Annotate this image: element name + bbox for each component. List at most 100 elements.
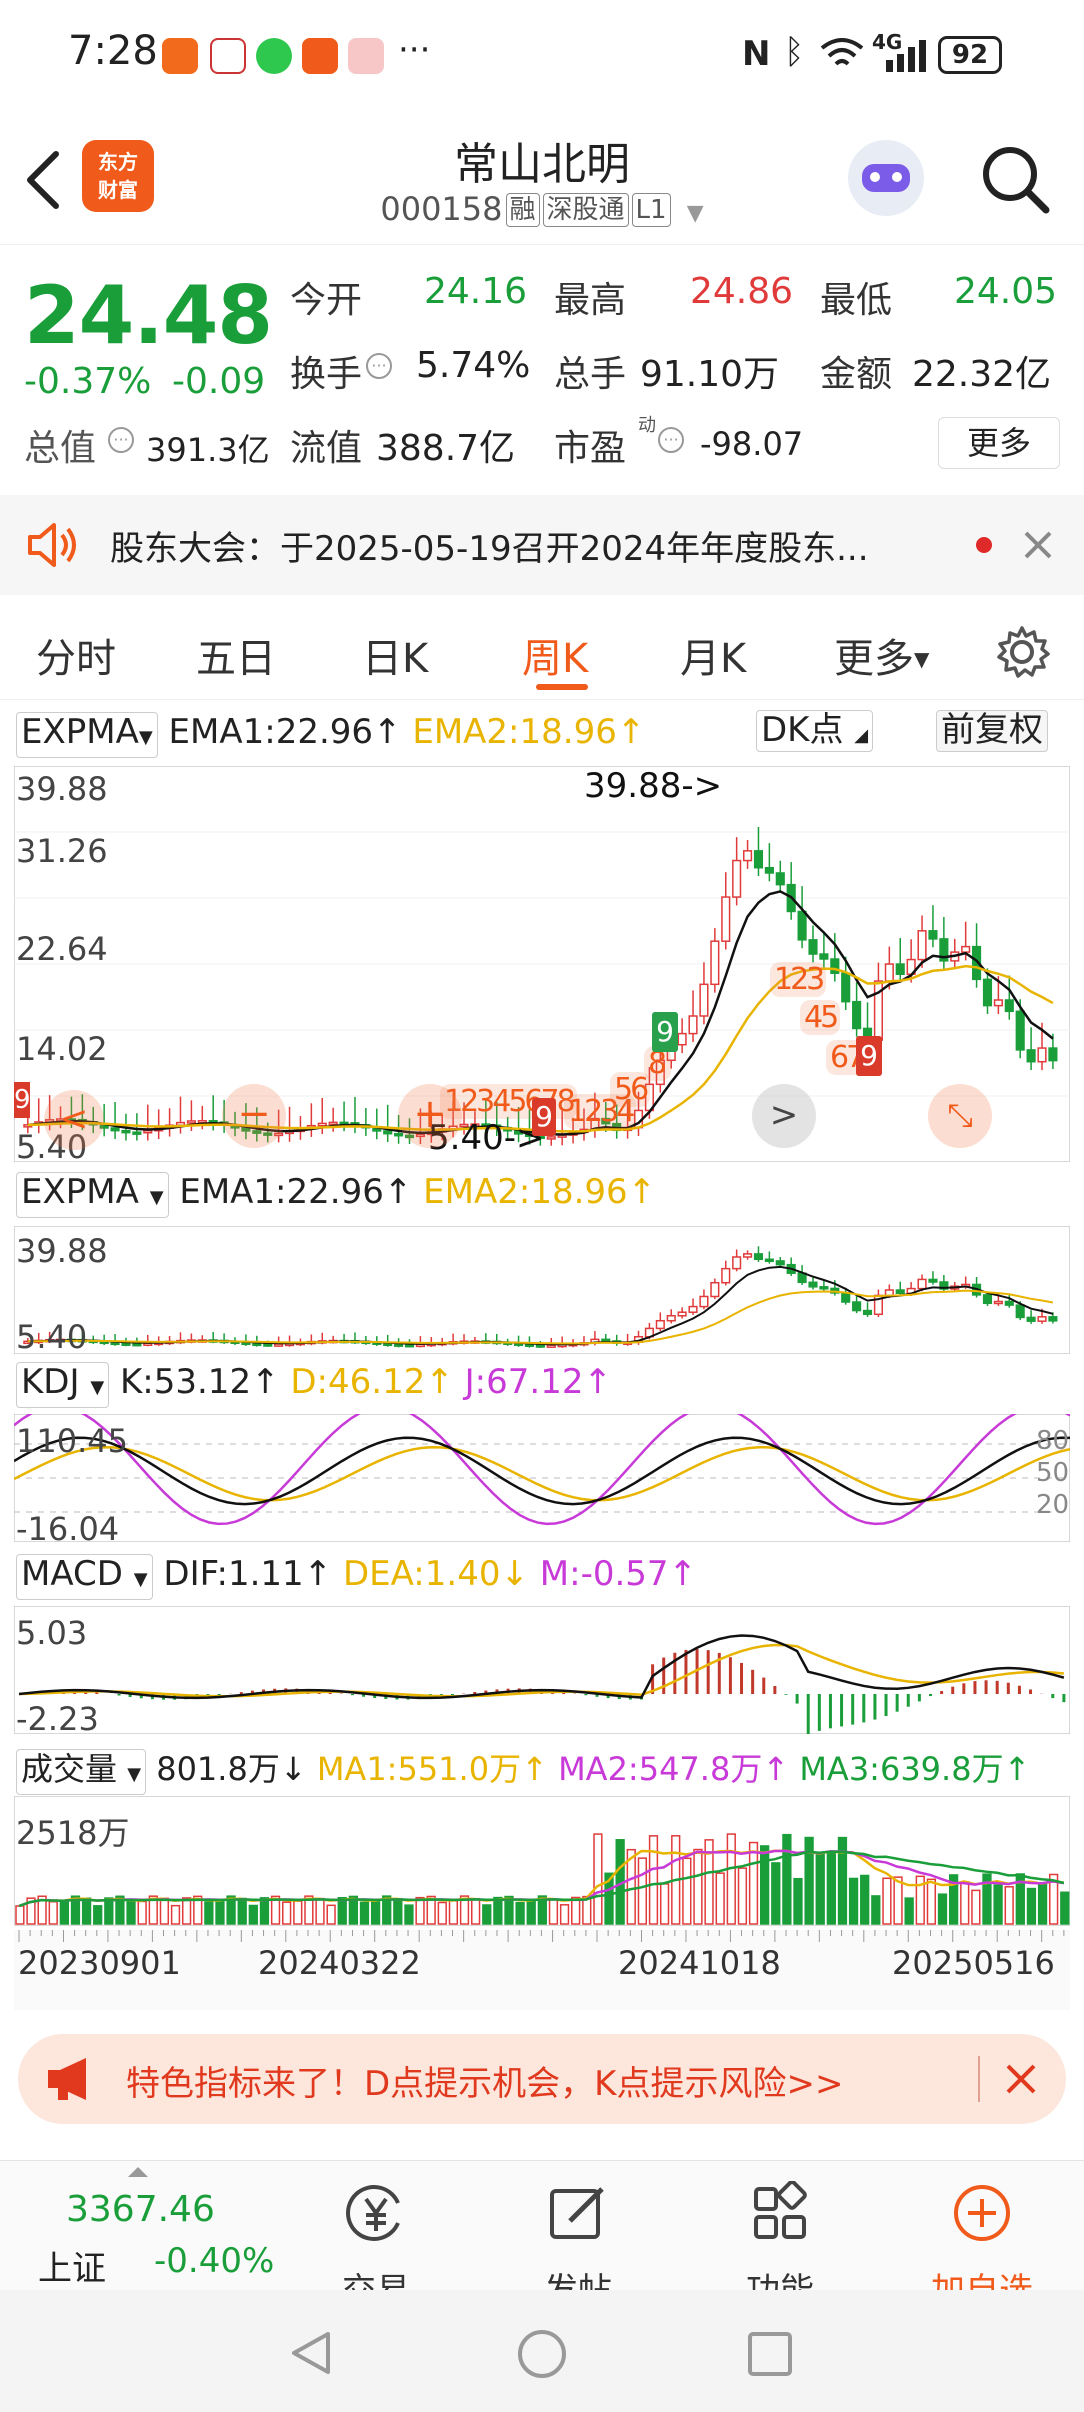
volume-bar — [993, 1884, 1003, 1925]
expand-arrow-icon[interactable] — [128, 2167, 148, 2177]
info-icon[interactable]: ··· — [366, 353, 392, 379]
max-price-marker: 39.88-> — [584, 766, 723, 806]
candle-body — [394, 1132, 404, 1137]
indicator-selector[interactable]: MACD ▼ — [16, 1554, 153, 1600]
nav-add-watchlist[interactable]: 加自选 — [902, 2181, 1062, 2311]
volume-bar — [782, 1833, 792, 1925]
volume-bar — [293, 1900, 303, 1925]
candle-body — [143, 1129, 153, 1134]
dropdown-triangle-icon: ▼ — [127, 1764, 142, 1785]
candle-body — [1015, 1304, 1025, 1319]
zoom-out-icon[interactable]: − — [222, 1084, 286, 1148]
fullscreen-icon[interactable]: ⤡ — [928, 1084, 992, 1148]
more-button[interactable]: 更多 — [938, 417, 1060, 469]
indicator-selector[interactable]: EXPMA▼ — [16, 712, 158, 758]
close-icon[interactable] — [1022, 529, 1054, 561]
promo-banner[interactable]: 特色指标来了！D点提示机会，K点提示风险>> — [18, 2034, 1066, 2124]
candle-body — [699, 1295, 709, 1308]
kdj-j-value: J:67.12↑ — [464, 1362, 612, 1402]
volume-bar — [237, 1897, 247, 1925]
announcement-bar[interactable]: 股东大会：于2025-05-19召开2024年年度股东... — [0, 495, 1084, 595]
volume-label: 总手 — [554, 354, 627, 395]
nav-functions[interactable]: 功能 — [700, 2180, 860, 2311]
price-adjust-button[interactable]: 前复权 — [936, 710, 1048, 752]
signal-icon — [886, 40, 926, 72]
mini-kline-chart[interactable] — [14, 1226, 1070, 1354]
index-value[interactable]: 3367.46 — [66, 2189, 215, 2230]
tab-intraday[interactable]: 分时 — [36, 626, 116, 684]
grid-functions-icon — [754, 2180, 807, 2239]
volume-bar — [693, 1848, 703, 1925]
volume-bar — [904, 1897, 914, 1925]
volume-indicator-row: 成交量 ▼ 801.8万↓ MA1:551.0万↑ MA2:547.8万↑ MA… — [16, 1744, 1030, 1795]
y-axis-max: 2518万 — [16, 1814, 130, 1852]
candle-body — [666, 1315, 676, 1322]
volume-bar — [315, 1897, 325, 1925]
date-label: 20240322 — [258, 1944, 421, 1982]
tab-daily-k[interactable]: 日K — [362, 626, 428, 684]
chart-left-arrow-icon[interactable]: < — [44, 1090, 104, 1150]
candle-body — [274, 1343, 284, 1347]
tab-five-day[interactable]: 五日 — [196, 626, 276, 684]
volume-bar — [815, 1853, 825, 1925]
tab-weekly-k[interactable]: 周K — [522, 626, 588, 684]
candle-body — [688, 1015, 698, 1035]
candle-body — [993, 999, 1003, 1007]
volume-bar — [493, 1896, 503, 1925]
candle-body — [841, 972, 851, 1003]
megaphone-icon — [48, 2058, 86, 2100]
volume-bar — [659, 1883, 670, 1925]
bottom-navigation: 3367.46 上证 -0.40% 交易 发帖 功能 加自选 — [0, 2160, 1084, 2311]
volume-chart[interactable] — [14, 1796, 1070, 1926]
indicator-selector[interactable]: KDJ ▼ — [16, 1362, 110, 1408]
quote-panel: 24.48 -0.37% -0.09 今开 24.16 最高 24.86 最低 … — [0, 245, 1084, 495]
candle-body — [1048, 1047, 1058, 1062]
zoom-in-icon[interactable]: + — [398, 1084, 462, 1148]
system-back-icon[interactable] — [286, 2328, 336, 2378]
kdj-chart[interactable] — [14, 1414, 1070, 1542]
system-recents-icon[interactable] — [746, 2330, 794, 2378]
volume-bar — [415, 1896, 425, 1925]
candle-body — [928, 930, 938, 940]
turnover-value: 5.74% — [416, 345, 531, 386]
tab-monthly-k[interactable]: 月K — [680, 626, 746, 684]
volume-bar — [48, 1900, 58, 1925]
kdj-ref-50: 50 — [1036, 1458, 1070, 1488]
market-cap-label: 总值 — [24, 428, 97, 469]
candle-body — [1037, 1047, 1047, 1063]
nav-post[interactable]: 发帖 — [498, 2181, 658, 2311]
y-axis-tick: 22.64 — [16, 930, 108, 968]
dropdown-triangle-icon: ▼ — [138, 727, 153, 748]
settings-gear-icon[interactable] — [994, 624, 1050, 680]
candle-body — [961, 945, 971, 953]
app-notification-icon — [162, 38, 198, 74]
candle-body — [121, 1342, 131, 1346]
active-tab-indicator — [536, 684, 588, 690]
candle-body — [677, 1032, 687, 1046]
change-percent: -0.37% — [24, 361, 152, 402]
volume-bar — [548, 1898, 559, 1925]
candle-body — [721, 1267, 731, 1284]
search-icon[interactable] — [980, 144, 1052, 216]
info-icon[interactable]: ··· — [108, 427, 134, 453]
close-icon[interactable] — [1004, 2062, 1038, 2096]
stock-code-row[interactable]: 000158 融深股通 L1 ▼ — [0, 190, 1084, 228]
candle-body — [852, 1000, 862, 1030]
macd-chart[interactable] — [14, 1606, 1070, 1734]
sequence-down-label: 45 — [800, 1000, 841, 1035]
chart-right-arrow-icon[interactable]: > — [752, 1084, 816, 1148]
robot-assistant-icon[interactable] — [848, 140, 924, 216]
system-navigation-bar — [0, 2290, 1084, 2412]
candle-body — [1004, 999, 1014, 1013]
speaker-icon — [28, 523, 76, 567]
indicator-selector[interactable]: EXPMA ▼ — [16, 1172, 169, 1218]
info-icon[interactable]: ··· — [658, 427, 684, 453]
nav-trade[interactable]: 交易 — [296, 2181, 456, 2311]
tab-more[interactable]: 更多▼ — [834, 626, 929, 684]
system-home-icon[interactable] — [516, 2328, 568, 2380]
candle-body — [688, 1305, 698, 1313]
dk-point-button[interactable]: DK点 ◢ — [756, 710, 874, 752]
volume-bar — [882, 1877, 892, 1925]
indicator-selector[interactable]: 成交量 ▼ — [16, 1749, 147, 1795]
candle-body — [732, 859, 742, 898]
